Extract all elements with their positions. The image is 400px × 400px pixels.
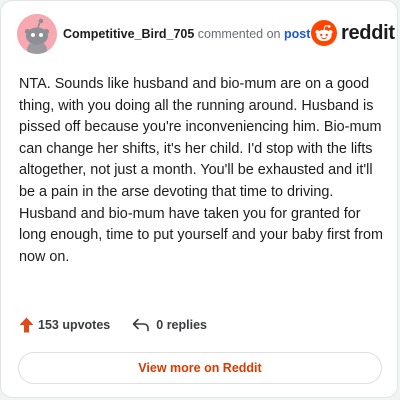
reply-arrow-icon[interactable] bbox=[132, 318, 150, 332]
action-text: commented on bbox=[197, 27, 281, 41]
user-avatar[interactable] bbox=[17, 14, 57, 54]
username[interactable]: Competitive_Bird_705 bbox=[63, 27, 194, 41]
comment-card: Competitive_Bird_705 commented on post r… bbox=[0, 0, 398, 398]
reddit-snoo-icon bbox=[311, 20, 337, 46]
comment-body: NTA. Sounds like husband and bio-mum are… bbox=[19, 76, 383, 265]
upvote-count: 153 upvotes bbox=[38, 318, 111, 332]
comment-footer: 153 upvotes 0 replies bbox=[19, 317, 207, 333]
brand-name: reddit bbox=[341, 21, 395, 44]
reply-count: 0 replies bbox=[156, 318, 207, 332]
reddit-brand[interactable]: reddit bbox=[311, 20, 395, 46]
post-link[interactable]: post bbox=[284, 27, 310, 41]
view-more-button[interactable]: View more on Reddit bbox=[18, 352, 382, 384]
snoo-avatar-icon bbox=[17, 14, 57, 54]
upvote-arrow-icon[interactable] bbox=[19, 317, 34, 333]
comment-header: Competitive_Bird_705 commented on post bbox=[63, 26, 310, 42]
